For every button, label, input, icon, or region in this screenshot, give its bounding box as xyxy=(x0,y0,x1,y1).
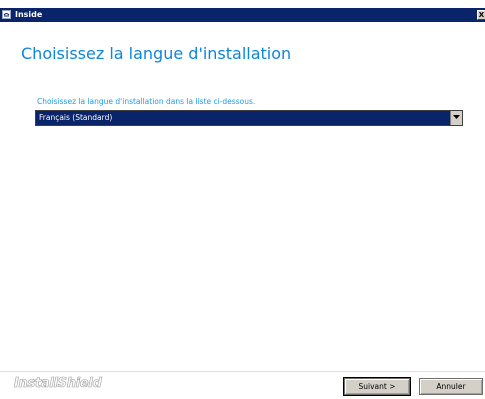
close-icon[interactable]: X xyxy=(477,10,485,20)
page-title: Choisissez la langue d'installation xyxy=(21,44,292,63)
chevron-down-icon[interactable] xyxy=(450,111,462,125)
cancel-button[interactable]: Annuler xyxy=(419,378,483,395)
next-button[interactable]: Suivant > xyxy=(343,377,411,396)
instruction-label: Choisissez la langue d'installation dans… xyxy=(37,97,256,106)
language-select[interactable]: Français (Standard) xyxy=(35,110,463,126)
installshield-logo: InstallShield xyxy=(14,376,102,392)
title-bar[interactable]: Inside X xyxy=(0,8,485,22)
footer-separator xyxy=(0,371,485,372)
app-icon xyxy=(2,10,11,19)
language-select-value: Français (Standard) xyxy=(39,113,113,122)
window-title: Inside xyxy=(15,10,43,19)
